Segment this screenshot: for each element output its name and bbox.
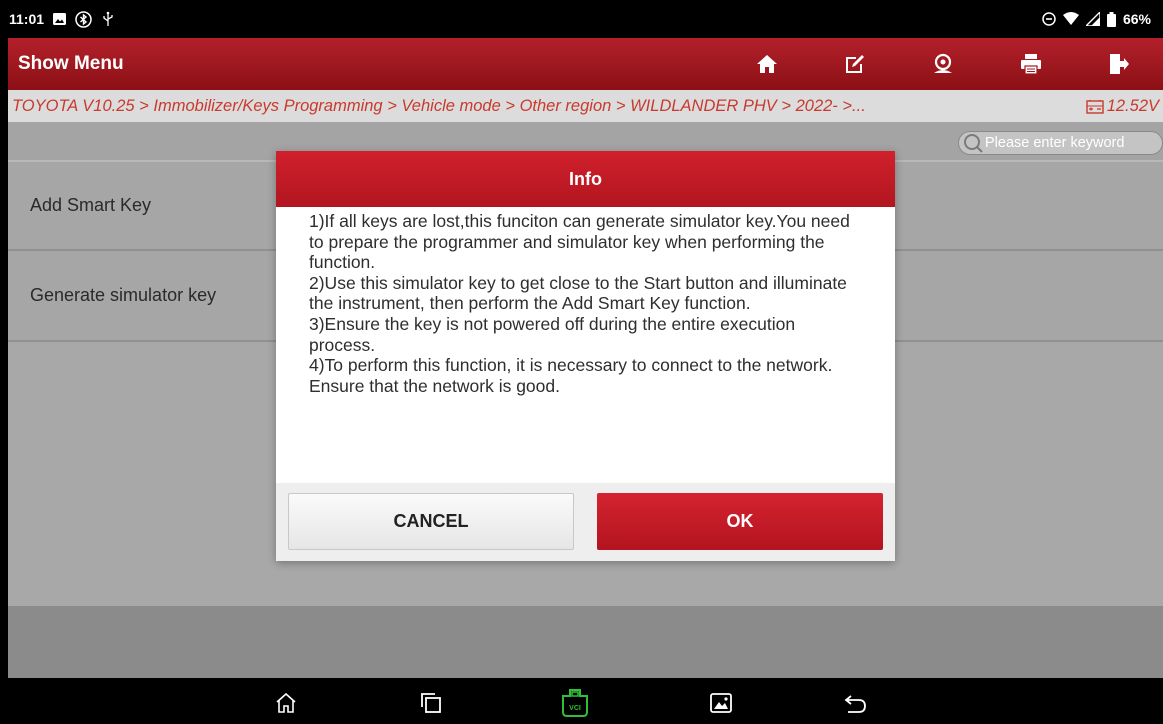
breadcrumb-path: TOYOTA V10.25 > Immobilizer/Keys Program…	[12, 96, 866, 115]
info-dialog: Info 1)If all keys are lost,this funcito…	[276, 151, 895, 561]
screenshot-button[interactable]	[706, 688, 736, 718]
back-icon	[844, 695, 866, 713]
battery-icon	[1106, 11, 1116, 27]
exit-icon	[1110, 54, 1129, 74]
search-input[interactable]	[985, 135, 1155, 151]
recents-button[interactable]	[416, 688, 446, 718]
toolbar	[723, 38, 1163, 90]
status-right: 66%	[1042, 11, 1151, 27]
signal-icon	[1085, 12, 1100, 26]
back-button[interactable]	[840, 688, 870, 718]
dialog-line: 2)Use this simulator key to get close to…	[309, 272, 847, 314]
dialog-body: 1)If all keys are lost,this funciton can…	[276, 207, 895, 483]
home-icon	[757, 55, 777, 73]
screenshot-icon	[710, 693, 732, 713]
title-bar: Show Menu	[8, 38, 1163, 90]
dialog-line: 3)Ensure the key is not powered off duri…	[309, 313, 796, 355]
battery-voltage-icon	[1086, 99, 1104, 114]
support-button[interactable]	[899, 38, 987, 90]
list-item-label: Generate simulator key	[30, 285, 217, 305]
search-icon	[964, 134, 983, 153]
navigation-bar: VCI	[0, 678, 1163, 724]
dialog-line: 1)If all keys are lost,this funciton can…	[309, 211, 850, 273]
breadcrumb: TOYOTA V10.25 > Immobilizer/Keys Program…	[8, 90, 1163, 122]
home-button[interactable]	[723, 38, 811, 90]
voltage-display: 12.52V	[1086, 97, 1159, 116]
vci-label: VCI	[569, 705, 581, 712]
search-box	[958, 131, 1163, 155]
status-left: 11:01	[9, 10, 115, 28]
usb-icon	[101, 11, 115, 27]
edit-icon	[846, 55, 864, 73]
dialog-footer: CANCEL OK	[276, 483, 895, 561]
battery-percent: 66%	[1122, 11, 1151, 27]
nav-home-icon	[276, 692, 296, 713]
voltage-value: 12.52V	[1106, 96, 1159, 115]
status-bar: 11:01 66%	[0, 0, 1163, 38]
vci-icon: VCI	[562, 689, 588, 717]
edit-button[interactable]	[811, 38, 899, 90]
print-button[interactable]	[987, 38, 1075, 90]
vci-button[interactable]: VCI	[560, 688, 590, 718]
list-item-label: Add Smart Key	[30, 195, 152, 215]
image-icon	[53, 13, 67, 25]
cancel-button[interactable]: CANCEL	[288, 493, 574, 550]
dnd-icon	[1042, 12, 1056, 26]
support-icon	[934, 53, 952, 73]
show-menu-button[interactable]: Show Menu	[8, 53, 723, 75]
dialog-line: 4)To perform this function, it is necess…	[309, 355, 833, 396]
ok-button[interactable]: OK	[597, 493, 883, 550]
exit-button[interactable]	[1075, 38, 1163, 90]
wifi-icon	[1062, 12, 1079, 26]
recents-icon	[421, 693, 441, 713]
lower-panel	[8, 606, 1163, 678]
nav-home-button[interactable]	[271, 688, 301, 718]
bluetooth-icon	[75, 10, 92, 28]
dialog-title: Info	[276, 151, 895, 207]
print-icon	[1021, 54, 1041, 75]
clock: 11:01	[9, 11, 45, 27]
